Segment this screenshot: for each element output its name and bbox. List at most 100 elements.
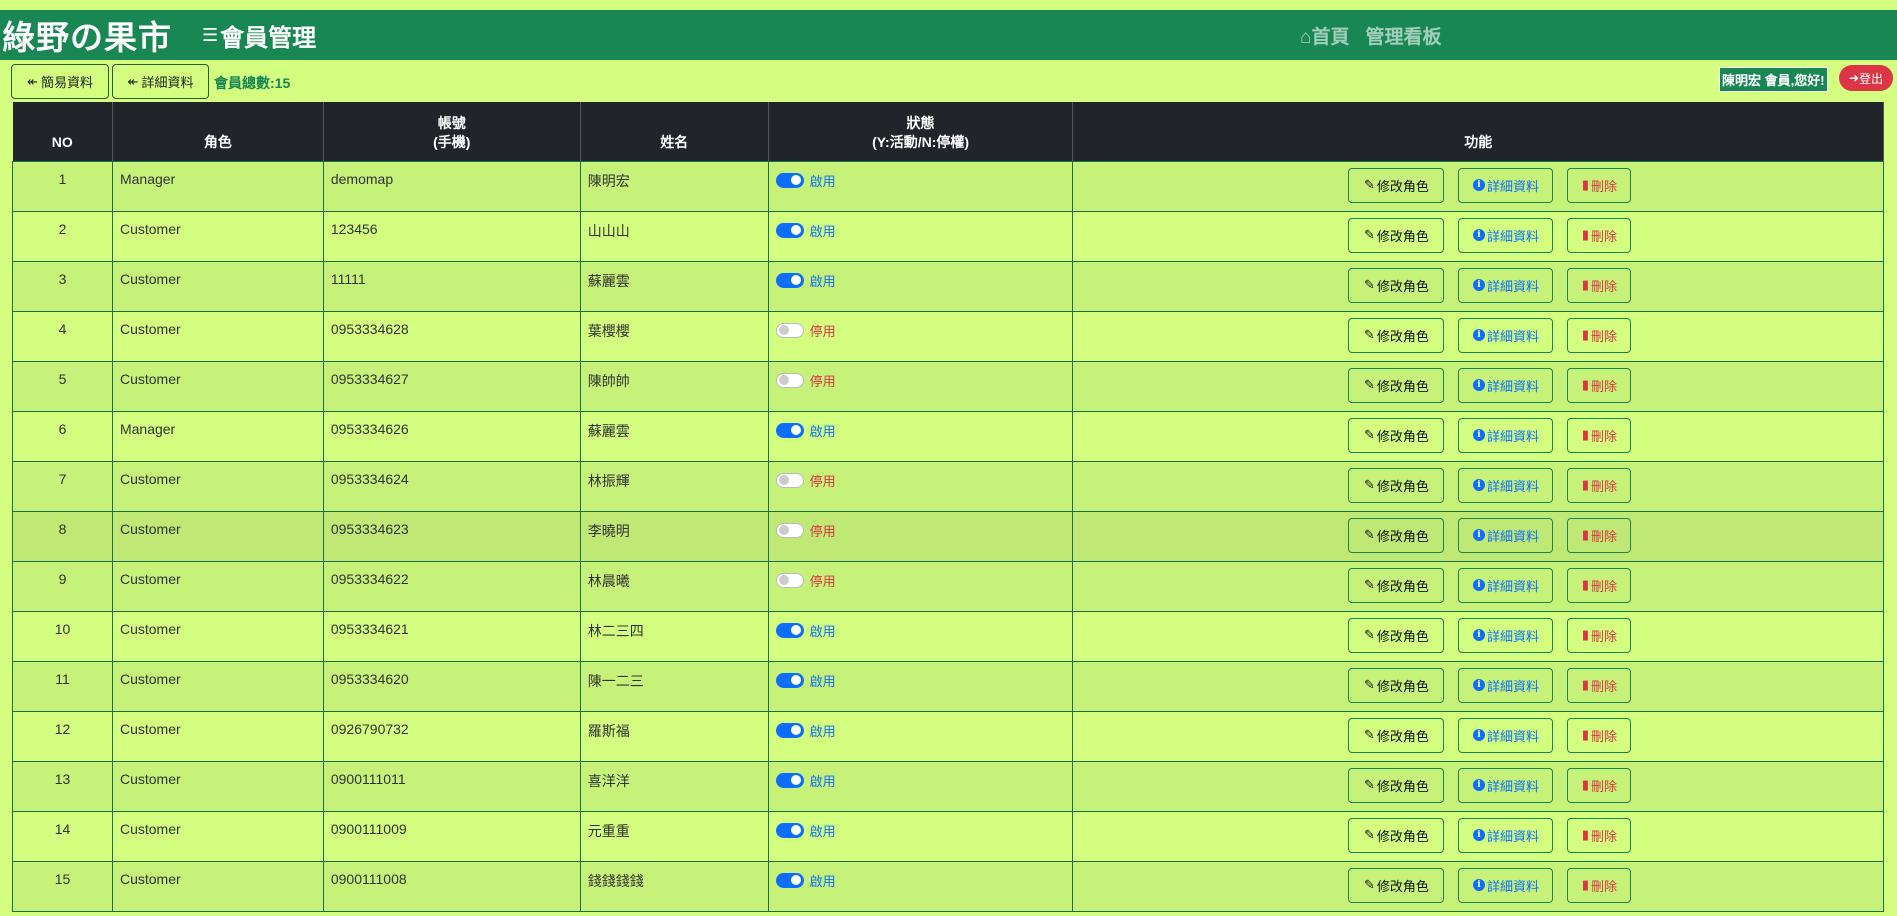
- delete-button[interactable]: ▮ 刪除: [1567, 817, 1632, 853]
- details-button[interactable]: i 詳細資料: [1458, 517, 1554, 553]
- simple-data-button[interactable]: ↞ 簡易資料: [11, 64, 109, 99]
- edit-role-button[interactable]: ✎ 修改角色: [1348, 617, 1445, 653]
- delete-button[interactable]: ▮ 刪除: [1567, 767, 1632, 803]
- status-toggle[interactable]: [775, 772, 804, 788]
- navbar: 綠野の果市 ☰ 會員管理 ⌂首頁 管理看板: [0, 10, 1897, 60]
- delete-button[interactable]: ▮ 刪除: [1567, 717, 1632, 753]
- status-toggle[interactable]: [775, 222, 804, 238]
- delete-button[interactable]: ▮ 刪除: [1567, 217, 1632, 253]
- status-toggle[interactable]: [775, 822, 804, 838]
- edit-role-button[interactable]: ✎ 修改角色: [1348, 267, 1445, 303]
- cell-actions: ✎ 修改角色 i 詳細資料 ▮ 刪除: [1072, 210, 1884, 262]
- details-button[interactable]: i 詳細資料: [1458, 617, 1554, 653]
- cell-no: 6: [12, 410, 113, 462]
- status-toggle[interactable]: [775, 372, 804, 388]
- trash-icon: ▮: [1581, 227, 1590, 242]
- edit-role-button[interactable]: ✎ 修改角色: [1348, 367, 1445, 403]
- edit-role-button[interactable]: ✎ 修改角色: [1348, 317, 1445, 353]
- info-icon: i: [1472, 579, 1485, 591]
- details-button[interactable]: i 詳細資料: [1458, 167, 1554, 203]
- detail-data-button[interactable]: ↞ 詳細資料: [112, 64, 209, 99]
- details-button[interactable]: i 詳細資料: [1458, 717, 1554, 753]
- details-button[interactable]: i 詳細資料: [1458, 867, 1554, 903]
- details-button[interactable]: i 詳細資料: [1458, 267, 1554, 303]
- delete-button[interactable]: ▮ 刪除: [1567, 367, 1632, 403]
- details-button[interactable]: i 詳細資料: [1458, 417, 1554, 453]
- toggle-knob: [790, 175, 801, 185]
- details-label: 詳細資料: [1486, 228, 1539, 244]
- logout-button[interactable]: ➜ 登出: [1839, 65, 1893, 91]
- cell-account: 0953334622: [322, 560, 581, 612]
- delete-button[interactable]: ▮ 刪除: [1567, 867, 1632, 903]
- edit-role-button[interactable]: ✎ 修改角色: [1348, 817, 1445, 853]
- nav-dashboard[interactable]: 管理看板: [1366, 22, 1442, 49]
- edit-role-button[interactable]: ✎ 修改角色: [1348, 667, 1445, 703]
- delete-button[interactable]: ▮ 刪除: [1567, 467, 1632, 503]
- toggle-knob: [790, 825, 801, 835]
- delete-button[interactable]: ▮ 刪除: [1567, 667, 1632, 703]
- info-icon: i: [1472, 429, 1485, 441]
- status-toggle[interactable]: [775, 522, 804, 538]
- status-toggle[interactable]: [775, 722, 804, 738]
- edit-role-button[interactable]: ✎ 修改角色: [1348, 217, 1445, 253]
- edit-role-button[interactable]: ✎ 修改角色: [1348, 467, 1445, 503]
- status-toggle[interactable]: [775, 572, 804, 588]
- details-button[interactable]: i 詳細資料: [1458, 217, 1554, 253]
- details-button[interactable]: i 詳細資料: [1458, 767, 1554, 803]
- details-button[interactable]: i 詳細資料: [1458, 667, 1554, 703]
- details-button[interactable]: i 詳細資料: [1458, 467, 1554, 503]
- delete-button[interactable]: ▮ 刪除: [1567, 617, 1632, 653]
- edit-role-button[interactable]: ✎ 修改角色: [1348, 867, 1445, 903]
- delete-button[interactable]: ▮ 刪除: [1567, 517, 1632, 553]
- status-toggle[interactable]: [775, 622, 804, 638]
- nav-home[interactable]: ⌂首頁: [1300, 22, 1350, 49]
- cell-name: 陳一二三: [579, 660, 769, 712]
- status-label: 停用: [809, 473, 836, 489]
- details-button[interactable]: i 詳細資料: [1458, 367, 1554, 403]
- table-row: 4 Customer 0953334628 葉櫻櫻 停用 ✎ 修改角色 i 詳細資料 ▮ 刪除: [12, 310, 1884, 362]
- status-toggle[interactable]: [775, 172, 804, 188]
- delete-button[interactable]: ▮ 刪除: [1567, 317, 1632, 353]
- table-row: 2 Customer 123456 山山山 啟用 ✎ 修改角色 i 詳細資料 ▮ 刪除: [12, 210, 1884, 262]
- cell-role: Customer: [111, 710, 324, 762]
- trash-icon: ▮: [1581, 877, 1590, 892]
- brand-logo[interactable]: 綠野の果市: [2, 11, 172, 59]
- edit-role-button[interactable]: ✎ 修改角色: [1348, 167, 1445, 203]
- header-actions: 功能: [1072, 102, 1884, 161]
- details-label: 詳細資料: [1486, 778, 1539, 794]
- info-icon: i: [1472, 279, 1485, 291]
- delete-button[interactable]: ▮ 刪除: [1567, 167, 1632, 203]
- edit-role-button[interactable]: ✎ 修改角色: [1348, 767, 1445, 803]
- cell-no: 4: [12, 310, 113, 362]
- edit-role-button[interactable]: ✎ 修改角色: [1348, 717, 1445, 753]
- details-button[interactable]: i 詳細資料: [1458, 567, 1554, 603]
- status-toggle[interactable]: [775, 472, 804, 488]
- details-button[interactable]: i 詳細資料: [1458, 817, 1554, 853]
- delete-label: 刪除: [1591, 378, 1618, 394]
- delete-button[interactable]: ▮ 刪除: [1567, 267, 1632, 303]
- status-toggle[interactable]: [775, 322, 804, 338]
- cell-no: 10: [12, 610, 113, 662]
- status-toggle[interactable]: [775, 672, 804, 688]
- delete-button[interactable]: ▮ 刪除: [1567, 567, 1632, 603]
- status-toggle[interactable]: [775, 872, 804, 888]
- edit-role-button[interactable]: ✎ 修改角色: [1348, 517, 1445, 553]
- cell-role: Customer: [111, 660, 324, 712]
- delete-label: 刪除: [1591, 328, 1618, 344]
- status-toggle[interactable]: [775, 422, 804, 438]
- status-toggle[interactable]: [775, 272, 804, 288]
- cell-actions: ✎ 修改角色 i 詳細資料 ▮ 刪除: [1072, 810, 1884, 862]
- status-label: 停用: [809, 523, 836, 539]
- table-row: 12 Customer 0926790732 羅斯福 啟用 ✎ 修改角色 i 詳細資料 ▮ 刪除: [12, 710, 1884, 762]
- edit-role-label: 修改角色: [1376, 378, 1429, 394]
- status-label: 停用: [809, 573, 836, 589]
- toggle-knob: [778, 525, 789, 535]
- delete-button[interactable]: ▮ 刪除: [1567, 417, 1632, 453]
- edit-icon: ✎: [1364, 227, 1375, 242]
- edit-role-button[interactable]: ✎ 修改角色: [1348, 567, 1445, 603]
- cell-status: 啟用: [767, 210, 1074, 262]
- edit-role-button[interactable]: ✎ 修改角色: [1348, 417, 1445, 453]
- status-label: 啟用: [809, 173, 836, 189]
- details-button[interactable]: i 詳細資料: [1458, 317, 1554, 353]
- cell-name: 葉櫻櫻: [579, 310, 769, 362]
